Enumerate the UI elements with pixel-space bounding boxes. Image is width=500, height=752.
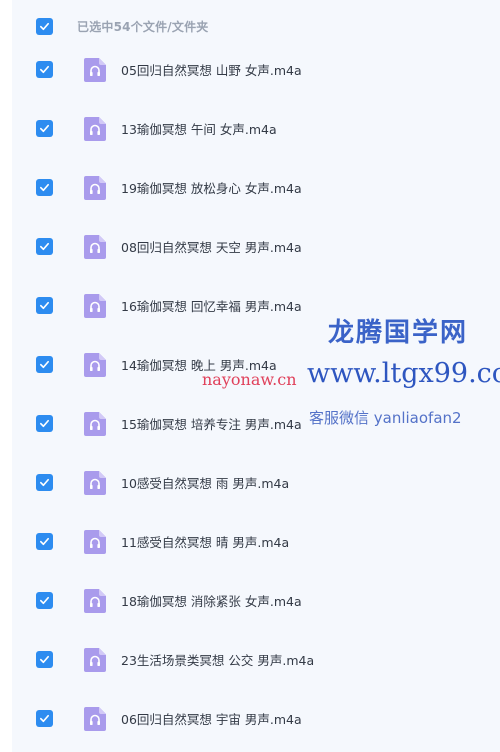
check-icon: [40, 65, 49, 74]
file-row[interactable]: 10感受自然冥想 雨 男声.m4a: [12, 453, 500, 512]
file-row[interactable]: 15瑜伽冥想 培养专注 男声.m4a: [12, 394, 500, 453]
check-icon: [40, 301, 49, 310]
file-checkbox[interactable]: [36, 533, 53, 550]
file-row[interactable]: 05回归自然冥想 山野 女声.m4a: [12, 40, 500, 99]
audio-file-icon: [84, 647, 106, 672]
check-icon: [40, 537, 49, 546]
check-icon: [40, 419, 49, 428]
file-name: 15瑜伽冥想 培养专注 男声.m4a: [121, 417, 302, 432]
select-all-checkbox[interactable]: [36, 17, 53, 35]
file-list: 05回归自然冥想 山野 女声.m4a 13瑜伽冥想 午间 女声.m4a 19瑜伽冥想…: [12, 40, 500, 748]
file-name: 06回归自然冥想 宇宙 男声.m4a: [121, 712, 302, 727]
file-checkbox[interactable]: [36, 238, 53, 255]
selection-count-label: 已选中54个文件/文件夹: [77, 19, 209, 34]
file-checkbox[interactable]: [36, 710, 53, 727]
audio-file-icon: [84, 234, 106, 259]
audio-file-icon: [84, 175, 106, 200]
file-row[interactable]: 18瑜伽冥想 消除紧张 女声.m4a: [12, 571, 500, 630]
file-checkbox[interactable]: [36, 651, 53, 668]
check-icon: [40, 714, 49, 723]
file-row[interactable]: 16瑜伽冥想 回忆幸福 男声.m4a: [12, 276, 500, 335]
file-name: 10感受自然冥想 雨 男声.m4a: [121, 476, 290, 491]
file-row[interactable]: 23生活场景类冥想 公交 男声.m4a: [12, 630, 500, 689]
file-name: 19瑜伽冥想 放松身心 女声.m4a: [121, 181, 302, 196]
audio-file-icon: [84, 116, 106, 141]
audio-file-icon: [84, 352, 106, 377]
file-name: 05回归自然冥想 山野 女声.m4a: [121, 63, 302, 78]
file-checkbox[interactable]: [36, 356, 53, 373]
file-name: 11感受自然冥想 晴 男声.m4a: [121, 535, 290, 550]
audio-file-icon: [84, 529, 106, 554]
check-icon: [40, 596, 49, 605]
file-name: 14瑜伽冥想 晚上 男声.m4a: [121, 358, 277, 373]
check-icon: [40, 478, 49, 487]
audio-file-icon: [84, 588, 106, 613]
audio-file-icon: [84, 57, 106, 82]
file-checkbox[interactable]: [36, 592, 53, 609]
file-row[interactable]: 19瑜伽冥想 放松身心 女声.m4a: [12, 158, 500, 217]
file-checkbox[interactable]: [36, 474, 53, 491]
file-name: 18瑜伽冥想 消除紧张 女声.m4a: [121, 594, 302, 609]
file-checkbox[interactable]: [36, 415, 53, 432]
file-row[interactable]: 08回归自然冥想 天空 男声.m4a: [12, 217, 500, 276]
file-checkbox[interactable]: [36, 297, 53, 314]
file-checkbox[interactable]: [36, 61, 53, 78]
file-name: 16瑜伽冥想 回忆幸福 男声.m4a: [121, 299, 302, 314]
audio-file-icon: [84, 470, 106, 495]
file-name: 08回归自然冥想 天空 男声.m4a: [121, 240, 302, 255]
check-icon: [40, 183, 49, 192]
file-checkbox[interactable]: [36, 179, 53, 196]
audio-file-icon: [84, 293, 106, 318]
file-name: 23生活场景类冥想 公交 男声.m4a: [121, 653, 315, 668]
file-row[interactable]: 06回归自然冥想 宇宙 男声.m4a: [12, 689, 500, 748]
audio-file-icon: [84, 706, 106, 731]
check-icon: [40, 242, 49, 251]
file-row[interactable]: 13瑜伽冥想 午间 女声.m4a: [12, 99, 500, 158]
check-icon: [40, 655, 49, 664]
file-row[interactable]: 11感受自然冥想 晴 男声.m4a: [12, 512, 500, 571]
check-icon: [40, 360, 49, 369]
check-icon: [40, 22, 49, 30]
file-row[interactable]: 14瑜伽冥想 晚上 男声.m4a: [12, 335, 500, 394]
file-name: 13瑜伽冥想 午间 女声.m4a: [121, 122, 277, 137]
audio-file-icon: [84, 411, 106, 436]
file-checkbox[interactable]: [36, 120, 53, 137]
check-icon: [40, 124, 49, 133]
